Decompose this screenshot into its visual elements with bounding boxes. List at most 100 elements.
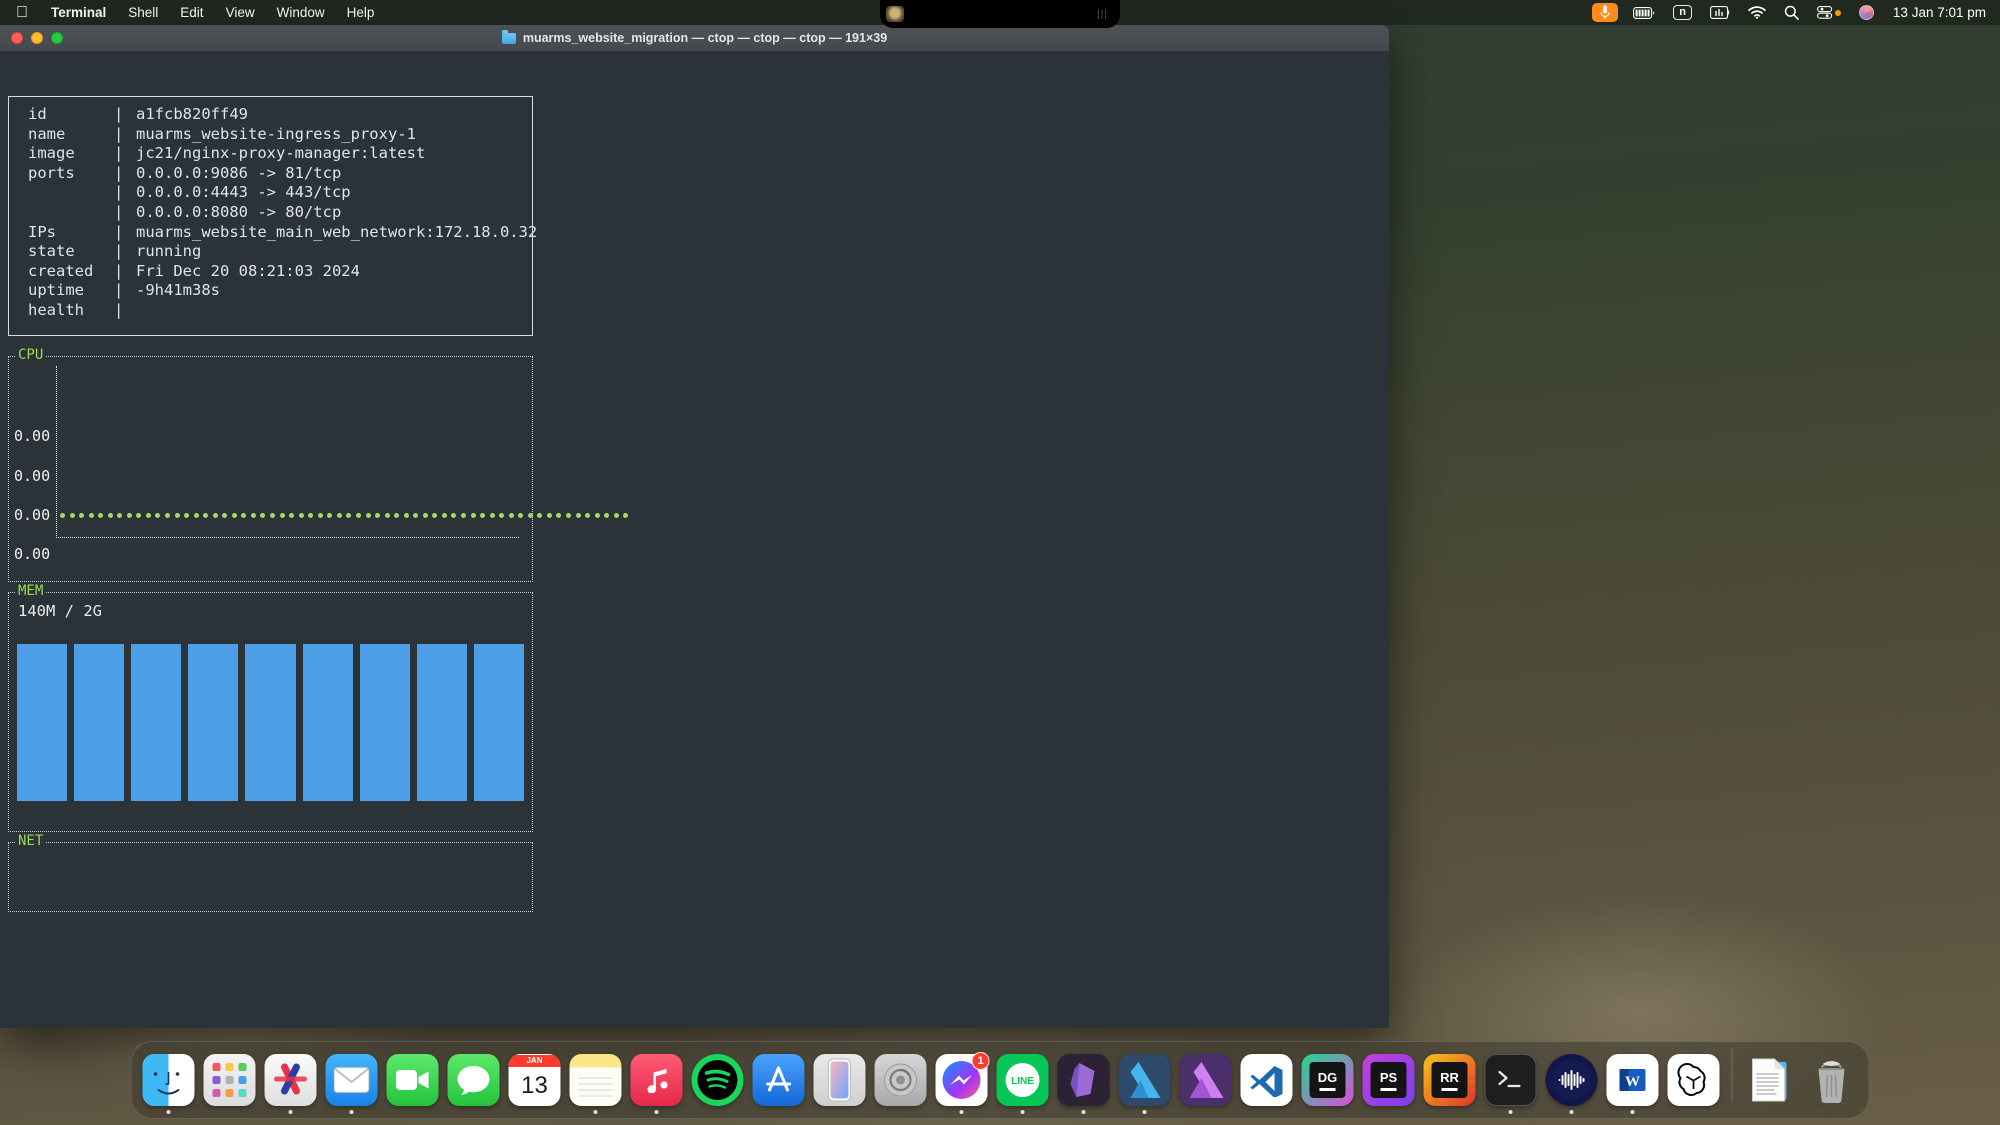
dock-item-messenger[interactable]: 1 <box>935 1052 990 1114</box>
menu-item-terminal[interactable]: Terminal <box>40 0 117 25</box>
cpu-data-series <box>60 513 629 519</box>
calendar-icon[interactable]: JAN 13 <box>508 1054 561 1106</box>
line-icon[interactable]: LINE <box>996 1054 1049 1106</box>
cpu-data-point <box>546 513 552 518</box>
dock-item-spotify[interactable] <box>691 1054 744 1114</box>
document-icon[interactable] <box>1745 1054 1797 1106</box>
dock-item-messages[interactable] <box>447 1054 500 1114</box>
facetime-icon[interactable] <box>386 1054 439 1106</box>
spotify-icon[interactable] <box>691 1054 744 1106</box>
dock-item-facetime[interactable] <box>386 1054 439 1114</box>
wifi-icon[interactable] <box>1739 0 1775 25</box>
n-app-icon[interactable]: n <box>1664 0 1701 25</box>
cpu-data-point <box>604 513 610 518</box>
cpu-data-point <box>355 513 361 518</box>
cpu-data-point <box>289 513 295 518</box>
control-center-icon[interactable] <box>1808 0 1850 25</box>
dock-separator <box>1731 1048 1733 1102</box>
search-icon[interactable] <box>1775 0 1808 25</box>
app-store-icon[interactable] <box>752 1054 805 1106</box>
app-running-indicator <box>593 1110 598 1114</box>
menu-bar-clock[interactable]: 13 Jan 7:01 pm <box>1883 5 1988 20</box>
phpstorm-icon[interactable]: PS <box>1362 1054 1415 1106</box>
dock-item-iphone-mirroring[interactable] <box>813 1054 866 1114</box>
menu-item-window[interactable]: Window <box>266 0 336 25</box>
dock-item-notes[interactable] <box>569 1054 622 1114</box>
iphone-mirroring-icon[interactable] <box>813 1054 866 1106</box>
dock[interactable]: JAN 13 1 LINE DG PS RR W <box>130 1041 1870 1119</box>
user-avatar-icon[interactable] <box>1850 0 1883 25</box>
menu-item-edit[interactable]: Edit <box>169 0 214 25</box>
cpu-data-point <box>241 513 247 518</box>
menu-item-help[interactable]: Help <box>336 0 386 25</box>
dock-item-affinity-designer[interactable] <box>1118 1054 1171 1114</box>
cpu-data-point <box>270 513 276 518</box>
apple-menu-icon[interactable]:  <box>8 0 40 25</box>
menu-item-view[interactable]: View <box>215 0 266 25</box>
dock-item-launchpad[interactable] <box>203 1054 256 1114</box>
dock-item-app-store[interactable] <box>752 1054 805 1114</box>
dock-item-phpstorm[interactable]: PS <box>1362 1054 1415 1114</box>
cpu-data-point <box>451 513 457 518</box>
dock-item-terminal[interactable] <box>1484 1054 1537 1114</box>
app-store-alt-icon[interactable] <box>264 1054 317 1106</box>
dock-item-trash[interactable] <box>1806 1054 1858 1114</box>
dock-item-system-settings[interactable] <box>874 1054 927 1114</box>
messages-icon[interactable] <box>447 1054 500 1106</box>
cpu-data-point <box>298 513 304 518</box>
svg-text:W: W <box>1625 1074 1640 1090</box>
dock-item-word[interactable]: W <box>1606 1054 1659 1114</box>
word-icon[interactable]: W <box>1606 1054 1659 1106</box>
dock-item-app-store-alt[interactable] <box>264 1054 317 1114</box>
memory-bar <box>188 644 239 801</box>
dock-item-chatgpt[interactable] <box>1667 1054 1720 1114</box>
mail-icon[interactable] <box>325 1054 378 1106</box>
audio-app-icon[interactable] <box>1545 1054 1598 1106</box>
obsidian-icon[interactable] <box>1057 1054 1110 1106</box>
cpu-data-point <box>193 513 199 518</box>
notch-indicator-icon: ||| <box>1097 8 1108 20</box>
cpu-data-point <box>470 513 476 518</box>
cpu-data-point <box>117 513 123 518</box>
dock-item-line[interactable]: LINE <box>996 1054 1049 1114</box>
music-icon[interactable] <box>630 1054 683 1106</box>
rustrover-icon[interactable]: RR <box>1423 1054 1476 1106</box>
battery-icon[interactable] <box>1624 0 1664 25</box>
datagrip-icon[interactable]: DG <box>1301 1054 1354 1106</box>
menu-item-shell[interactable]: Shell <box>117 0 169 25</box>
trash-icon[interactable] <box>1806 1054 1858 1106</box>
dock-item-document[interactable] <box>1745 1054 1797 1114</box>
chatgpt-icon[interactable] <box>1667 1054 1720 1106</box>
launchpad-icon[interactable] <box>203 1054 256 1106</box>
dock-item-datagrip[interactable]: DG <box>1301 1054 1354 1114</box>
microphone-icon[interactable] <box>1592 3 1619 22</box>
terminal-content[interactable]: id | a1fcb820ff49 name | muarms_website-ingre… <box>0 52 1389 1028</box>
cpu-data-point <box>336 513 342 518</box>
terminal-icon[interactable] <box>1484 1054 1537 1106</box>
dock-item-calendar[interactable]: JAN 13 <box>508 1054 561 1114</box>
dock-item-affinity-photo[interactable] <box>1179 1054 1232 1114</box>
dock-item-obsidian[interactable] <box>1057 1054 1110 1114</box>
affinity-photo-icon[interactable] <box>1179 1054 1232 1106</box>
app-running-indicator <box>411 1110 415 1114</box>
cpu-data-point <box>222 513 228 518</box>
dock-item-vscode[interactable] <box>1240 1054 1293 1114</box>
terminal-window[interactable]: muarms_website_migration — ctop — ctop —… <box>0 25 1389 1028</box>
dock-item-audio-app[interactable] <box>1545 1054 1598 1114</box>
screen-mirroring-icon[interactable] <box>1701 0 1739 25</box>
notes-icon[interactable] <box>569 1054 622 1106</box>
minimize-button[interactable] <box>31 32 43 44</box>
affinity-designer-icon[interactable] <box>1118 1054 1171 1106</box>
dock-item-music[interactable] <box>630 1054 683 1114</box>
finder-icon[interactable] <box>142 1054 195 1106</box>
zoom-button[interactable] <box>51 32 63 44</box>
vscode-icon[interactable] <box>1240 1054 1293 1106</box>
network-chart-panel: NET <box>8 833 533 912</box>
dock-item-rustrover[interactable]: RR <box>1423 1054 1476 1114</box>
app-running-indicator <box>1142 1110 1147 1114</box>
dock-item-finder[interactable] <box>142 1054 195 1114</box>
dock-item-mail[interactable] <box>325 1054 378 1114</box>
close-button[interactable] <box>11 32 23 44</box>
system-settings-icon[interactable] <box>874 1054 927 1106</box>
window-title-bar[interactable]: muarms_website_migration — ctop — ctop —… <box>0 25 1389 52</box>
